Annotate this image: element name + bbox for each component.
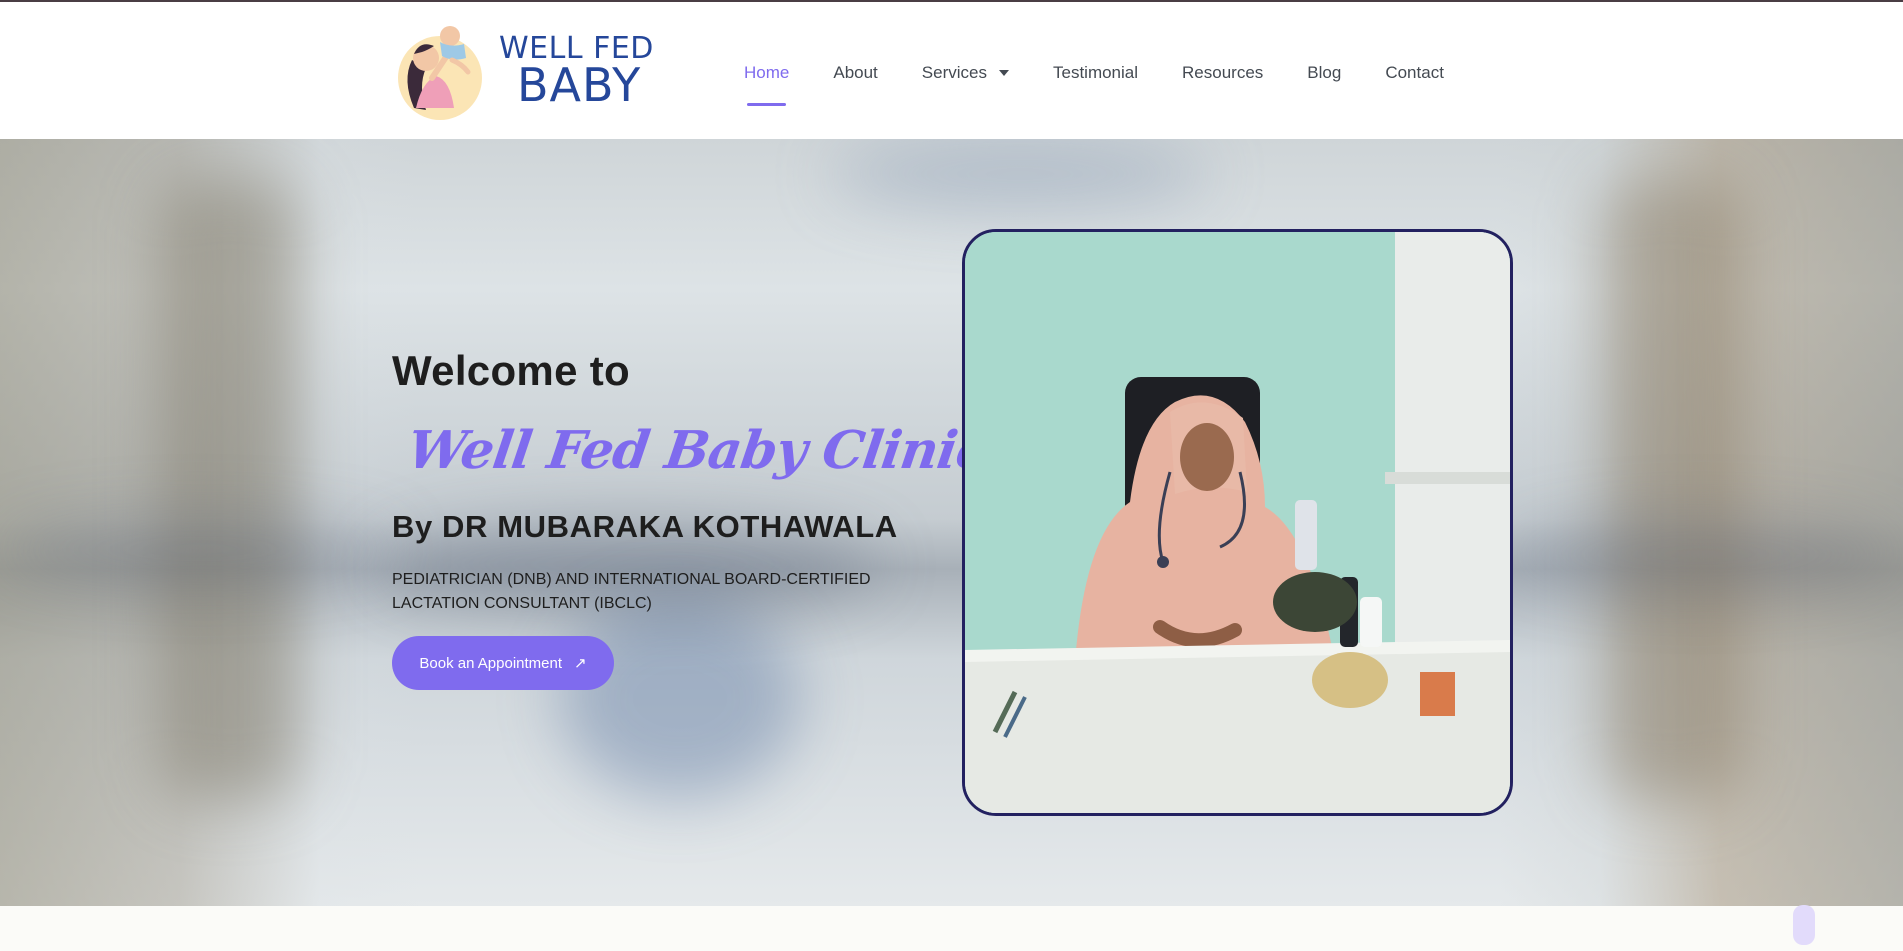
hero-welcome-heading: Welcome to xyxy=(392,347,630,394)
main-nav: Home About Services Testimonial Resource… xyxy=(744,61,1488,106)
nav-item-label: Home xyxy=(744,63,790,82)
nav-item-label: Contact xyxy=(1385,63,1444,82)
nav-item-services[interactable]: Services xyxy=(922,63,1009,83)
scroll-to-top-button[interactable] xyxy=(1793,905,1815,945)
chevron-down-icon[interactable] xyxy=(998,70,1009,76)
doctor-photo-illustration xyxy=(965,232,1510,813)
site-logo[interactable]: WELL FED BABY xyxy=(392,20,653,124)
hero-credentials: PEDIATRICIAN (DNB) AND INTERNATIONAL BOA… xyxy=(392,571,871,612)
hero-section: Welcome to Well Fed Baby Clinic By DR MU… xyxy=(0,139,1903,906)
arrow-up-right-icon: ↗ xyxy=(574,655,587,672)
logo-text-line-2: BABY xyxy=(517,58,642,112)
nav-item-label: Services xyxy=(921,63,987,82)
nav-item-label: Blog xyxy=(1307,63,1342,82)
book-appointment-button[interactable]: Book an Appointment ↗ xyxy=(392,636,614,690)
background-blur-shape xyxy=(1500,519,1900,589)
nav-item-home[interactable]: Home xyxy=(744,63,790,106)
site-header: WELL FED BABY Home About Services Testim… xyxy=(0,2,1903,139)
next-section-strip xyxy=(0,906,1903,951)
nav-item-label: About xyxy=(833,63,878,82)
background-blur-shape xyxy=(830,139,1210,209)
hero-doctor-byline: By DR MUBARAKA KOTHAWALA xyxy=(392,509,898,544)
nav-item-blog[interactable]: Blog xyxy=(1307,63,1341,83)
nav-item-resources[interactable]: Resources xyxy=(1182,63,1263,83)
background-blur-shape xyxy=(1600,179,1740,799)
nav-item-contact[interactable]: Contact xyxy=(1385,63,1444,83)
background-blur-shape xyxy=(160,179,300,799)
background-blur-shape xyxy=(560,599,800,799)
nav-item-about[interactable]: About xyxy=(833,63,877,83)
nav-item-testimonial[interactable]: Testimonial xyxy=(1053,63,1138,83)
book-appointment-label: Book an Appointment xyxy=(419,654,563,672)
nav-item-label: Resources xyxy=(1182,63,1264,82)
nav-item-label: Testimonial xyxy=(1052,63,1139,82)
background-blur-shape xyxy=(0,519,400,579)
doctor-photo xyxy=(962,229,1513,816)
hero-clinic-name: Well Fed Baby Clinic xyxy=(403,420,992,481)
mother-baby-logo-icon xyxy=(398,26,482,120)
